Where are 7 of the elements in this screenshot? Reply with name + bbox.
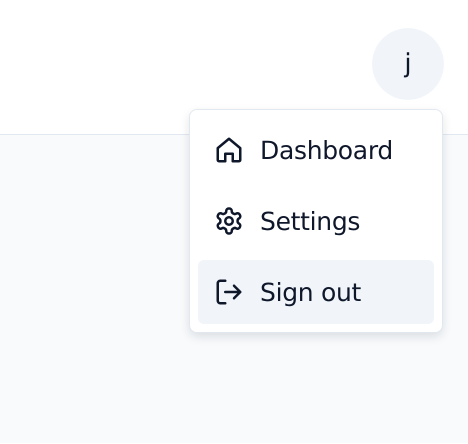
settings-icon (214, 206, 244, 236)
sign-out-icon (214, 277, 244, 307)
home-icon (214, 135, 244, 165)
menu-item[interactable]: Sign out (198, 260, 434, 324)
avatar-button[interactable]: j (372, 28, 444, 100)
menu-item[interactable]: Dashboard (198, 118, 434, 182)
menu-item[interactable]: Settings (198, 189, 434, 253)
